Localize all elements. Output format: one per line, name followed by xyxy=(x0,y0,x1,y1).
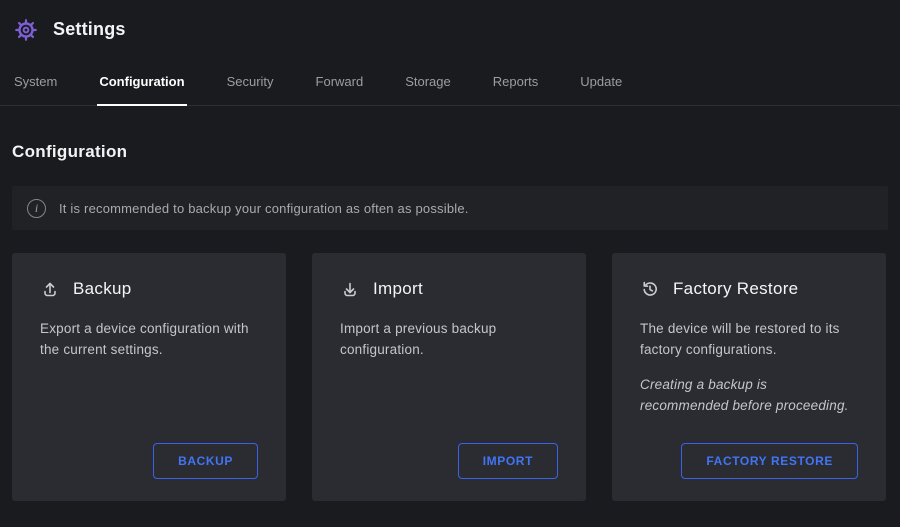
tab-system[interactable]: System xyxy=(12,70,59,105)
tab-reports[interactable]: Reports xyxy=(491,70,541,105)
tab-configuration[interactable]: Configuration xyxy=(97,70,186,106)
tab-update[interactable]: Update xyxy=(578,70,624,105)
import-card-title: Import xyxy=(373,279,423,299)
info-banner: i It is recommended to backup your confi… xyxy=(12,186,888,230)
factory-restore-card: Factory Restore The device will be resto… xyxy=(612,253,886,501)
factory-restore-card-header: Factory Restore xyxy=(640,279,858,299)
upload-icon xyxy=(40,279,60,299)
page-title: Settings xyxy=(53,19,126,40)
import-card-description: Import a previous backup configuration. xyxy=(340,319,558,361)
restore-icon xyxy=(640,279,660,299)
tab-security[interactable]: Security xyxy=(225,70,276,105)
tabs-bar: System Configuration Security Forward St… xyxy=(0,70,900,106)
factory-restore-card-title: Factory Restore xyxy=(673,279,798,299)
tab-storage[interactable]: Storage xyxy=(403,70,453,105)
import-card-header: Import xyxy=(340,279,558,299)
download-icon xyxy=(340,279,360,299)
cards-row: Backup Export a device configuration wit… xyxy=(12,253,886,501)
factory-restore-card-note: Creating a backup is recommended before … xyxy=(640,375,858,417)
info-icon: i xyxy=(27,199,46,218)
import-card: Import Import a previous backup configur… xyxy=(312,253,586,501)
factory-restore-button[interactable]: FACTORY RESTORE xyxy=(681,443,858,479)
backup-card: Backup Export a device configuration wit… xyxy=(12,253,286,501)
factory-restore-card-description: The device will be restored to its facto… xyxy=(640,319,858,361)
backup-button[interactable]: BACKUP xyxy=(153,443,258,479)
app-header: Settings xyxy=(0,0,900,46)
backup-card-header: Backup xyxy=(40,279,258,299)
section-heading: Configuration xyxy=(12,142,888,162)
backup-card-title: Backup xyxy=(73,279,132,299)
info-banner-text: It is recommended to backup your configu… xyxy=(59,201,469,216)
settings-gear-icon xyxy=(12,16,40,44)
backup-card-description: Export a device configuration with the c… xyxy=(40,319,258,361)
tab-forward[interactable]: Forward xyxy=(314,70,366,105)
import-button[interactable]: IMPORT xyxy=(458,443,558,479)
